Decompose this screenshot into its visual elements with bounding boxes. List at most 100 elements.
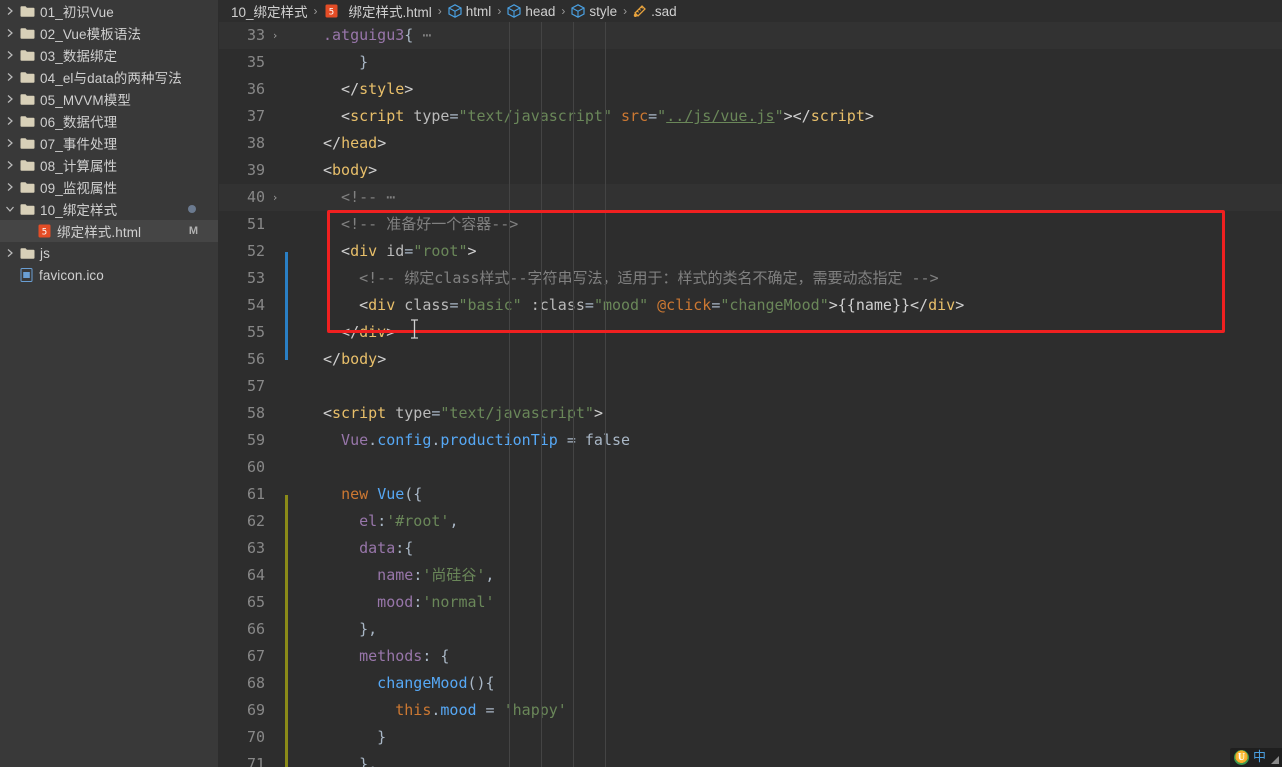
code-text[interactable]: </style> [291, 76, 413, 103]
tree-folder-2[interactable]: 03_数据绑定 [0, 44, 218, 66]
fold-chevron-icon[interactable]: › [267, 22, 283, 49]
chevron-down-icon[interactable] [2, 204, 18, 214]
fold-chevron-icon[interactable]: › [267, 184, 283, 211]
breadcrumb-item-2[interactable]: html [448, 4, 491, 19]
chevron-right-icon[interactable] [2, 94, 18, 104]
code-text[interactable]: </head> [291, 130, 386, 157]
chevron-right-icon[interactable] [2, 72, 18, 82]
ime-corner-icon[interactable] [1271, 755, 1279, 764]
tree-folder-11[interactable]: js [0, 242, 218, 264]
tree-file-10[interactable]: 5 绑定样式.html M [0, 220, 218, 242]
chevron-right-icon[interactable] [2, 138, 18, 148]
code-line[interactable]: 57 [219, 373, 1282, 400]
code-text[interactable]: </div> [291, 319, 395, 346]
code-content[interactable]: 33 › .atguigu3{ ⋯ 35 } 36 </style> 37 <script… [219, 22, 1282, 767]
code-text[interactable]: <!-- 绑定class样式--字符串写法，适用于：样式的类名不确定，需要动态指… [291, 265, 939, 292]
code-line[interactable]: 51 <!-- 准备好一个容器--> [219, 211, 1282, 238]
code-line[interactable]: 59 Vue.config.productionTip = false [219, 427, 1282, 454]
code-line[interactable]: 58 <script type="text/javascript"> [219, 400, 1282, 427]
code-text[interactable]: new Vue({ [291, 481, 422, 508]
chevron-right-icon[interactable] [2, 182, 18, 192]
code-line[interactable]: 33 › .atguigu3{ ⋯ [219, 22, 1282, 49]
code-text[interactable]: <div id="root"> [291, 238, 476, 265]
ime-logo-icon[interactable]: U [1233, 750, 1249, 765]
tree-folder-3[interactable]: 04_el与data的两种写法 [0, 66, 218, 88]
code-text[interactable]: data:{ [291, 535, 413, 562]
code-line[interactable]: 67 methods: { [219, 643, 1282, 684]
chevron-right-icon[interactable] [2, 248, 18, 258]
code-text[interactable]: } [291, 724, 386, 751]
code-line[interactable]: 61 new Vue({ [219, 481, 1282, 522]
code-line[interactable]: 40 › <!-- ⋯ [219, 184, 1282, 211]
code-line[interactable]: 71 }, [219, 751, 1282, 767]
tree-folder-1[interactable]: 02_Vue模板语法 [0, 22, 218, 44]
code-text[interactable]: <script type="text/javascript" src="../j… [291, 103, 874, 130]
breadcrumb-item-5[interactable]: .sad [633, 4, 677, 19]
code-line[interactable]: 35 } [219, 49, 1282, 76]
code-text[interactable]: }, [291, 751, 377, 767]
breadcrumb-item-0[interactable]: 10_绑定样式 [231, 1, 308, 21]
code-line[interactable]: 52 <div id="root"> [219, 238, 1282, 279]
ime-status-tray[interactable]: U 中 [1229, 748, 1282, 767]
code-text[interactable]: .atguigu3{ ⋯ [291, 22, 431, 49]
code-text[interactable]: <!-- ⋯ [291, 184, 395, 211]
code-line[interactable]: 65 mood:'normal' [219, 589, 1282, 630]
code-text[interactable]: <script type="text/javascript"> [291, 400, 603, 427]
chevron-right-icon[interactable] [2, 116, 18, 126]
code-text[interactable]: <!-- 准备好一个容器--> [291, 211, 518, 238]
breadcrumb-item-3[interactable]: head [507, 4, 555, 19]
code-line[interactable]: 68 changeMood(){ [219, 670, 1282, 711]
chevron-right-icon[interactable] [2, 160, 18, 170]
tree-folder-4[interactable]: 05_MVVM模型 [0, 88, 218, 110]
code-text[interactable]: Vue.config.productionTip = false [291, 427, 630, 454]
code-token: < [323, 296, 369, 314]
code-text[interactable]: el:'#root', [291, 508, 458, 535]
chevron-right-icon[interactable] [2, 50, 18, 60]
code-text[interactable]: name:'尚硅谷', [291, 562, 494, 589]
code-line[interactable]: 37 <script type="text/javascript" src=".… [219, 103, 1282, 130]
code-text[interactable]: } [291, 49, 368, 76]
code-line[interactable]: 64 name:'尚硅谷', [219, 562, 1282, 603]
code-text[interactable]: changeMood(){ [291, 670, 494, 697]
code-text[interactable]: </body> [291, 346, 386, 373]
code-line[interactable]: 54 <div class="basic" :class="mood" @cli… [219, 292, 1282, 333]
code-line[interactable]: 53 <!-- 绑定class样式--字符串写法，适用于：样式的类名不确定，需要… [219, 265, 1282, 306]
code-line[interactable]: 70 } [219, 724, 1282, 765]
code-text[interactable]: this.mood = 'happy' [291, 697, 567, 724]
code-line[interactable]: 66 }, [219, 616, 1282, 657]
chevron-right-icon[interactable] [2, 28, 18, 38]
chevron-right-icon[interactable] [2, 6, 18, 16]
code-text[interactable]: methods: { [291, 643, 449, 670]
ime-mode-label[interactable]: 中 [1253, 751, 1266, 764]
code-token: methods [323, 647, 423, 665]
tree-folder-9[interactable]: 10_绑定样式 [0, 198, 218, 220]
code-line[interactable]: 60 [219, 454, 1282, 481]
code-line[interactable]: 62 el:'#root', [219, 508, 1282, 549]
tree-folder-5[interactable]: 06_数据代理 [0, 110, 218, 132]
breadcrumb-item-1[interactable]: 5 绑定样式.html [324, 1, 432, 21]
code-line[interactable]: 38 </head> [219, 130, 1282, 157]
code-line[interactable]: 36 </style> [219, 76, 1282, 103]
editor-viewport[interactable]: 33 › .atguigu3{ ⋯ 35 } 36 </style> 37 <script… [219, 22, 1282, 767]
tree-folder-0[interactable]: 01_初识Vue [0, 0, 218, 22]
code-line[interactable]: 39 <body> [219, 157, 1282, 184]
code-token: "basic" [458, 296, 522, 314]
code-line[interactable]: 69 this.mood = 'happy' [219, 697, 1282, 738]
code-line[interactable]: 63 data:{ [219, 535, 1282, 576]
tree-folder-6[interactable]: 07_事件处理 [0, 132, 218, 154]
code-text[interactable]: <div class="basic" :class="mood" @click=… [291, 292, 964, 319]
file-tree[interactable]: 01_初识Vue 02_Vue模板语法 03_数据绑定 04_el与data的两种写法… [0, 0, 218, 286]
code-text[interactable]: }, [291, 616, 377, 643]
code-text[interactable]: mood:'normal' [291, 589, 494, 616]
code-text[interactable]: <body> [291, 157, 377, 184]
code-line[interactable]: 55 </div> [219, 319, 1282, 360]
tree-folder-8[interactable]: 09_监视属性 [0, 176, 218, 198]
code-token: {{name}} [837, 296, 911, 314]
code-token: data [323, 539, 396, 557]
code-line[interactable]: 56 </body> [219, 346, 1282, 373]
breadcrumb[interactable]: 10_绑定样式 › 5 绑定样式.html › html › head › style › .sad [219, 0, 1282, 22]
tree-file-12[interactable]: favicon.ico [0, 264, 218, 286]
tree-folder-7[interactable]: 08_计算属性 [0, 154, 218, 176]
breadcrumb-item-4[interactable]: style [571, 4, 617, 19]
symbol-field-icon [448, 4, 462, 18]
